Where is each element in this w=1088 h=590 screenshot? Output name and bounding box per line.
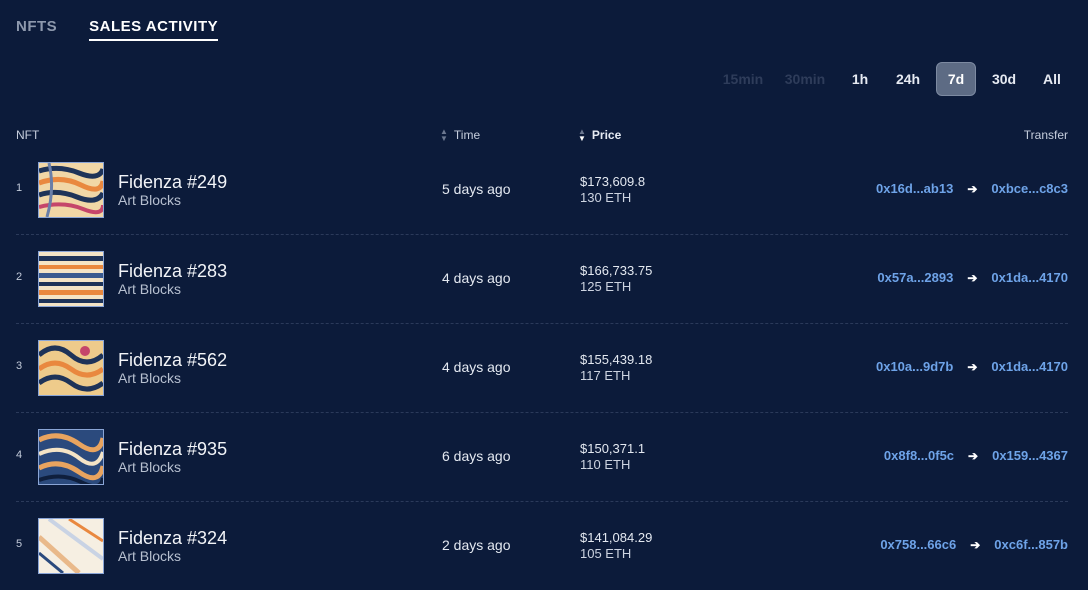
collection-name[interactable]: Art Blocks: [118, 192, 181, 208]
transfer: 0x8f8...0f5c ➔ 0x159...4367: [884, 448, 1068, 463]
header-time[interactable]: ▲ ▼ Time: [440, 127, 480, 143]
price-eth: 125 ETH: [580, 279, 632, 294]
rank: 1: [16, 182, 23, 194]
rank: 4: [16, 449, 23, 461]
to-address[interactable]: 0x1da...4170: [991, 359, 1068, 374]
price-eth: 130 ETH: [580, 190, 632, 205]
nft-name[interactable]: Fidenza #562: [118, 350, 227, 371]
to-address[interactable]: 0xc6f...857b: [994, 537, 1068, 552]
range-1h[interactable]: 1h: [840, 62, 880, 96]
nft-name[interactable]: Fidenza #324: [118, 528, 227, 549]
price-usd: $155,439.18: [580, 352, 653, 367]
price-eth: 110 ETH: [580, 457, 631, 472]
table-row[interactable]: 4 Fidenza #935 Art Blocks 6 days ago $15…: [16, 413, 1068, 502]
artwork-thumbnail[interactable]: [38, 518, 104, 574]
artwork-thumbnail[interactable]: [38, 251, 104, 307]
header-nft: NFT: [16, 128, 40, 142]
collection-name[interactable]: Art Blocks: [118, 548, 181, 564]
price-usd: $173,609.8: [580, 174, 646, 189]
range-30min[interactable]: 30min: [778, 62, 832, 96]
transfer: 0x10a...9d7b ➔ 0x1da...4170: [876, 359, 1068, 374]
sale-time: 4 days ago: [442, 270, 511, 286]
transfer: 0x16d...ab13 ➔ 0xbce...c8c3: [876, 181, 1068, 196]
header-transfer: Transfer: [1023, 128, 1068, 142]
table-header: NFT ▲ ▼ Time ▲ ▼ Price Transfer: [16, 124, 1068, 146]
to-address[interactable]: 0xbce...c8c3: [991, 181, 1068, 196]
from-address[interactable]: 0x57a...2893: [877, 270, 953, 285]
range-all[interactable]: All: [1032, 62, 1072, 96]
transfer: 0x758...66c6 ➔ 0xc6f...857b: [880, 537, 1068, 552]
range-15min[interactable]: 15min: [716, 62, 770, 96]
to-address[interactable]: 0x159...4367: [992, 448, 1068, 463]
arrow-right-icon: ➔: [967, 181, 978, 196]
price-usd: $150,371.1: [580, 441, 646, 456]
nft-name[interactable]: Fidenza #249: [118, 172, 227, 193]
artwork-thumbnail[interactable]: [38, 429, 104, 485]
price-eth: 117 ETH: [580, 368, 631, 383]
nft-name[interactable]: Fidenza #283: [118, 261, 227, 282]
collection-name[interactable]: Art Blocks: [118, 281, 181, 297]
artwork-thumbnail[interactable]: [38, 162, 104, 218]
range-30d[interactable]: 30d: [984, 62, 1024, 96]
sort-icon: ▲ ▼: [440, 127, 448, 143]
arrow-right-icon: ➔: [968, 448, 979, 463]
sort-icon: ▲ ▼: [578, 127, 586, 143]
range-24h[interactable]: 24h: [888, 62, 928, 96]
sale-time: 4 days ago: [442, 359, 511, 375]
table-row[interactable]: 3 Fidenza #562 Art Blocks 4 days ago $15…: [16, 324, 1068, 413]
arrow-right-icon: ➔: [967, 270, 978, 285]
arrow-right-icon: ➔: [970, 537, 981, 552]
rank: 3: [16, 360, 23, 372]
collection-name[interactable]: Art Blocks: [118, 459, 181, 475]
to-address[interactable]: 0x1da...4170: [991, 270, 1068, 285]
price-eth: 105 ETH: [580, 546, 632, 561]
sale-time: 2 days ago: [442, 537, 511, 553]
time-range-selector: 15min 30min 1h 24h 7d 30d All: [716, 62, 1072, 96]
sale-time: 5 days ago: [442, 181, 511, 197]
nft-name[interactable]: Fidenza #935: [118, 439, 227, 460]
from-address[interactable]: 0x758...66c6: [880, 537, 956, 552]
from-address[interactable]: 0x10a...9d7b: [876, 359, 953, 374]
transfer: 0x57a...2893 ➔ 0x1da...4170: [877, 270, 1068, 285]
tab-sales-activity[interactable]: SALES ACTIVITY: [89, 18, 219, 41]
sales-table: 1 Fidenza #249 Art Blocks 5 days ago $17…: [16, 146, 1068, 590]
rank: 2: [16, 271, 23, 283]
table-row[interactable]: 5 Fidenza #324 Art Blocks 2 days ago $14…: [16, 502, 1068, 590]
rank: 5: [16, 538, 23, 550]
range-7d[interactable]: 7d: [936, 62, 976, 96]
artwork-thumbnail[interactable]: [38, 340, 104, 396]
sale-time: 6 days ago: [442, 448, 511, 464]
header-price[interactable]: ▲ ▼ Price: [578, 127, 621, 143]
from-address[interactable]: 0x16d...ab13: [876, 181, 953, 196]
table-row[interactable]: 2 Fidenza #283 Art Blocks 4 days ago $16…: [16, 235, 1068, 324]
price-usd: $141,084.29: [580, 530, 653, 545]
arrow-right-icon: ➔: [967, 359, 978, 374]
collection-name[interactable]: Art Blocks: [118, 370, 181, 386]
price-usd: $166,733.75: [580, 263, 653, 278]
tab-nfts[interactable]: NFTS: [16, 18, 57, 41]
from-address[interactable]: 0x8f8...0f5c: [884, 448, 954, 463]
table-row[interactable]: 1 Fidenza #249 Art Blocks 5 days ago $17…: [16, 146, 1068, 235]
tab-bar: NFTS SALES ACTIVITY: [16, 18, 219, 41]
